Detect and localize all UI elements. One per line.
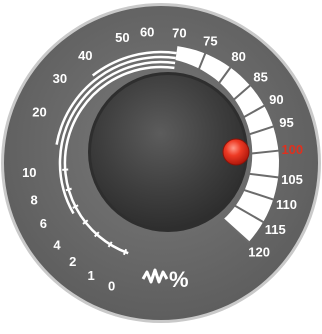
scale-label-30: 30: [53, 71, 67, 86]
scale-label-120: 120: [248, 244, 270, 259]
scale-label-105: 105: [281, 172, 303, 187]
scale-label-115: 115: [265, 222, 286, 237]
scale-label-20: 20: [32, 104, 46, 119]
scale-label-80: 80: [231, 49, 245, 64]
unit-label: %: [169, 267, 189, 292]
knob-indicator-led: [223, 139, 249, 165]
intensity-knob[interactable]: [91, 75, 245, 229]
scale-label-95: 95: [279, 115, 293, 130]
scale-label-8: 8: [30, 192, 37, 207]
scale-label-110: 110: [276, 197, 297, 212]
scale-label-2: 2: [69, 254, 76, 269]
scale-label-1: 1: [87, 268, 94, 283]
scale-label-75: 75: [203, 34, 217, 49]
scale-label-0: 0: [108, 278, 115, 293]
scale-label-60: 60: [140, 25, 154, 40]
scale-label-4: 4: [53, 237, 61, 252]
scale-label-100: 100: [281, 142, 303, 157]
scale-label-6: 6: [40, 216, 47, 231]
scale-label-85: 85: [253, 69, 267, 84]
scale-label-50: 50: [115, 30, 129, 45]
scale-label-90: 90: [269, 92, 283, 107]
scale-label-70: 70: [172, 25, 186, 40]
scale-label-10: 10: [22, 165, 36, 180]
intensity-dial-widget: 012468 10 20 30 40 50 60 70 75 80 8590 95 100 105 110 1…: [0, 0, 322, 329]
scale-label-40: 40: [78, 48, 92, 63]
dial-graphic: 012468 10 20 30 40 50 60 70 75 80 8590 95 100 105 110 1…: [0, 0, 322, 329]
